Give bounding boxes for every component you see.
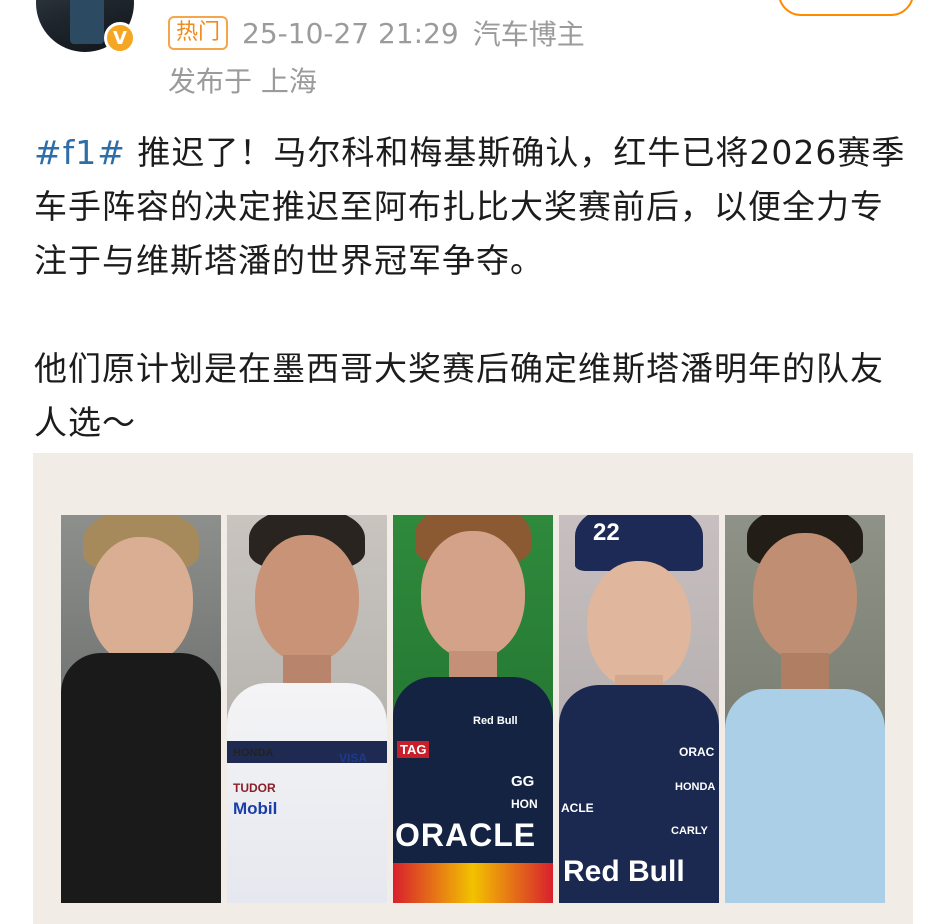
driver-photo-5 — [725, 515, 885, 903]
sponsor-logo-redbull-2: Red Bull — [563, 855, 685, 888]
sponsor-logo-oracle: ORACLE — [395, 817, 537, 853]
sponsor-logo-honda-2: HONDA — [675, 781, 716, 793]
post-timestamp: 25-10-27 21:29 — [242, 16, 459, 50]
hashtag-link[interactable]: #f1# — [34, 133, 126, 172]
sponsor-logo-honda: HONDA — [233, 747, 274, 759]
follow-button[interactable] — [778, 0, 914, 16]
sponsor-logo-orac: ORAC — [679, 745, 715, 759]
post-body: #f1# 推迟了！马尔科和梅基斯确认，红牛已将2026赛季车手阵容的决定推迟至阿… — [34, 126, 914, 450]
sponsor-logo-redbull: Red Bull — [473, 715, 518, 727]
post-location: 发布于 上海 — [168, 65, 317, 98]
cap-number: 22 — [593, 519, 620, 546]
driver-photo-4: 22 ORAC HONDA ACLE CARLY Red Bull — [559, 515, 719, 903]
sponsor-logo-visa: VISA — [339, 751, 368, 765]
avatar-person — [70, 0, 104, 44]
sponsor-logo-tag: TAG — [397, 741, 430, 758]
sponsor-logo-acle: ACLE — [561, 801, 594, 815]
post-image[interactable]: HONDA VISA TUDOR Mobil TAG Red Bull GG H… — [33, 453, 913, 924]
driver-photo-1 — [61, 515, 221, 903]
sponsor-logo-carly: CARLY — [671, 825, 708, 837]
post-paragraph-1-text: 推迟了！马尔科和梅基斯确认，红牛已将2026赛季车手阵容的决定推迟至阿布扎比大奖… — [34, 133, 906, 280]
verified-badge-icon: V — [104, 22, 136, 54]
sponsor-logo-mobil: Mobil — [233, 799, 278, 818]
driver-photo-3: TAG Red Bull GG HON ORACLE — [393, 515, 553, 903]
post-paragraph-1: #f1# 推迟了！马尔科和梅基斯确认，红牛已将2026赛季车手阵容的决定推迟至阿… — [34, 126, 914, 288]
post-meta: 热门 25-10-27 21:29 汽车博主 — [168, 12, 585, 54]
sponsor-logo-gg: GG — [511, 773, 535, 790]
driver-photo-2: HONDA VISA TUDOR Mobil — [227, 515, 387, 903]
author-role: 汽车博主 — [472, 18, 585, 51]
sponsor-logo-hon: HON — [511, 797, 538, 811]
hot-tag: 热门 — [168, 16, 229, 50]
sponsor-logo-tudor: TUDOR — [233, 781, 276, 795]
post-paragraph-2: 他们原计划是在墨西哥大奖赛后确定维斯塔潘明年的队友人选～ — [34, 349, 884, 442]
